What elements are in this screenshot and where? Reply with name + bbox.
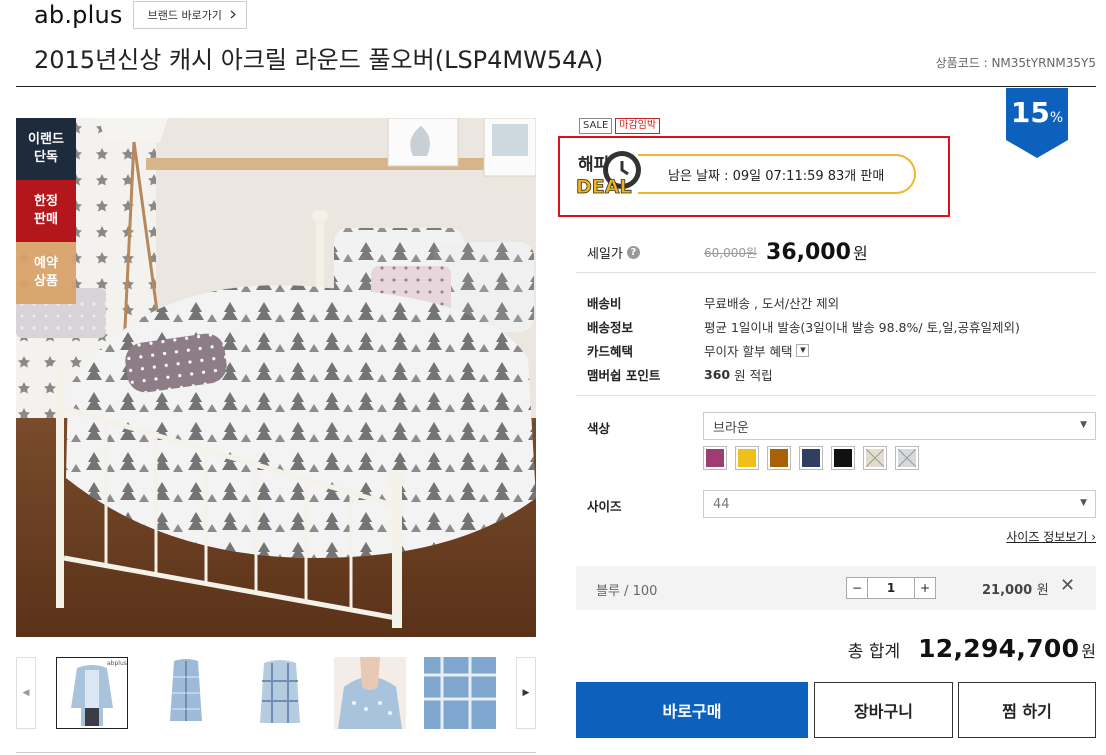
- thumbnail-5[interactable]: [424, 657, 496, 729]
- thumbnail-carousel: ◀ abplus ▶: [16, 657, 536, 731]
- badge-limited-sale: 한정 판매: [16, 180, 76, 242]
- thumbnail-1[interactable]: abplus: [56, 657, 128, 729]
- card-benefit-dropdown-icon[interactable]: ▼: [796, 343, 810, 357]
- card-benefit-text: 무이자 할부 혜택: [704, 343, 793, 359]
- info-row-shipping-info: 배송정보 평균 1일이내 발송(3일이내 발송 98.8%/ 토,일,공휴일제외…: [587, 314, 1097, 338]
- swatch-plum[interactable]: [703, 446, 727, 470]
- thumbnail-4[interactable]: [334, 657, 406, 729]
- size-select[interactable]: 44 ▼: [703, 490, 1096, 518]
- header-divider: [16, 86, 1096, 87]
- info-value: 평균 1일이내 발송(3일이내 발송 98.8%/ 토,일,공휴일제외): [704, 319, 1020, 335]
- total-label: 총 합계: [847, 642, 901, 662]
- quantity-decrease-button[interactable]: −: [846, 577, 868, 599]
- color-label: 색상: [587, 421, 611, 436]
- size-selected-value: 44: [713, 496, 730, 512]
- add-to-cart-button[interactable]: 장바구니: [814, 682, 953, 738]
- thumbnail-3[interactable]: [244, 657, 316, 729]
- selected-option-name: 블루 / 100: [596, 584, 658, 599]
- deal-logo-top: 해피: [578, 155, 609, 175]
- help-icon[interactable]: ?: [626, 245, 640, 259]
- product-title: 2015년신상 캐시 아크릴 라운드 풀오버(LSP4MW54A): [34, 46, 604, 74]
- info-divider: [576, 395, 1096, 396]
- total-unit: 원: [1081, 642, 1096, 661]
- chevron-right-icon: [230, 9, 236, 22]
- selected-option-price: 21,000 원: [982, 579, 1049, 598]
- sale-price-label-text: 세일가: [587, 246, 623, 262]
- selected-option-row: 블루 / 100 − 1 + 21,000 원 ✕: [576, 566, 1096, 610]
- sale-price-label: 세일가 ?: [587, 243, 704, 262]
- thumbnail-next-button[interactable]: ▶: [516, 657, 536, 729]
- price-divider: [576, 272, 1096, 273]
- size-info-link[interactable]: 사이즈 정보보기 ›: [1006, 528, 1096, 545]
- remove-option-button[interactable]: ✕: [1060, 575, 1075, 596]
- brand-header: ab.plus 브랜드 바로가기: [34, 0, 247, 30]
- info-key: 맴버쉽 포인트: [587, 367, 661, 383]
- brand-shortcut-label: 브랜드 바로가기: [147, 9, 222, 22]
- brand-name: ab.plus: [34, 1, 123, 29]
- info-row-card-benefit: 카드혜택 무이자 할부 혜택 ▼: [587, 338, 1097, 362]
- info-row-shipping-fee: 배송비 무료배송 , 도서/산간 제외: [587, 290, 1097, 314]
- product-tags: SALE 마감임박: [579, 118, 661, 134]
- happy-deal-logo: 해피 DEAL: [576, 151, 641, 198]
- swatch-navy[interactable]: [799, 446, 823, 470]
- color-selected-value: 브라운: [713, 420, 749, 436]
- swatch-grey-soldout[interactable]: [895, 446, 919, 470]
- info-value: 무료배송 , 도서/산간 제외: [704, 295, 840, 311]
- color-select[interactable]: 브라운 ▼: [703, 412, 1096, 440]
- wishlist-button[interactable]: 찜 하기: [958, 682, 1096, 738]
- size-info-label: 사이즈 정보보기: [1006, 530, 1088, 544]
- total-value: 12,294,700: [918, 634, 1080, 663]
- info-key: 카드혜택: [587, 343, 634, 359]
- info-value: 무이자 할부 혜택 ▼: [704, 341, 810, 360]
- swatch-yellow[interactable]: [735, 446, 759, 470]
- selected-price-value: 21,000: [982, 583, 1033, 598]
- deal-countdown: 남은 날짜 : 09일 07:11:59 83개 판매: [638, 154, 916, 194]
- side-badges: 이랜드 단독 한정 판매 예약 상품: [16, 118, 76, 304]
- thumbnail-prev-button[interactable]: ◀: [16, 657, 36, 729]
- info-row-points: 맴버쉽 포인트 360 원 적립: [587, 362, 1097, 386]
- caret-down-icon: ▼: [1080, 420, 1087, 430]
- deal-logo-bottom: DEAL: [576, 176, 632, 198]
- swatch-beige-soldout[interactable]: [863, 446, 887, 470]
- sale-price-unit: 원: [852, 244, 868, 263]
- badge-preorder: 예약 상품: [16, 242, 76, 304]
- sale-tag: SALE: [579, 118, 613, 134]
- discount-rate: 15%: [1006, 96, 1068, 129]
- thumbnail-brand-mark: abplus: [107, 660, 127, 667]
- info-key: 배송정보: [587, 319, 634, 335]
- points-value: 360: [704, 366, 731, 382]
- swatch-black[interactable]: [831, 446, 855, 470]
- info-value: 360 원 적립: [704, 365, 773, 384]
- discount-value: 15: [1010, 96, 1050, 129]
- buy-now-button[interactable]: 바로구매: [576, 682, 808, 738]
- thumbnail-2[interactable]: [150, 657, 222, 729]
- points-unit: 원 적립: [734, 367, 773, 383]
- closing-soon-tag: 마감임박: [615, 118, 661, 134]
- original-price: 60,000원: [704, 245, 758, 260]
- badge-eland-exclusive: 이랜드 단독: [16, 118, 76, 180]
- image-section-divider: [16, 752, 536, 753]
- sale-price-row: 세일가 ? 60,000원 36,000 원: [587, 232, 1097, 272]
- color-swatches: [703, 446, 919, 470]
- shipping-info: 배송비 무료배송 , 도서/산간 제외 배송정보 평균 1일이내 발송(3일이내…: [587, 290, 1097, 386]
- quantity-increase-button[interactable]: +: [914, 577, 936, 599]
- selected-price-unit: 원: [1036, 583, 1049, 598]
- info-key: 배송비: [587, 295, 622, 311]
- main-product-image: [16, 118, 536, 637]
- chevron-right-icon: ›: [1087, 530, 1096, 544]
- caret-down-icon: ▼: [1080, 498, 1087, 508]
- size-label: 사이즈: [587, 499, 622, 514]
- swatch-brown[interactable]: [767, 446, 791, 470]
- sale-price: 36,000: [766, 239, 851, 265]
- discount-unit: %: [1049, 110, 1064, 126]
- happy-deal-box: 남은 날짜 : 09일 07:11:59 83개 판매 해피 DEAL: [558, 136, 950, 217]
- quantity-value[interactable]: 1: [868, 577, 914, 599]
- quantity-stepper: − 1 +: [846, 577, 936, 599]
- product-code: 상품코드 : NM35tYRNM35Y5: [935, 56, 1096, 70]
- brand-shortcut-button[interactable]: 브랜드 바로가기: [132, 1, 247, 29]
- total-row: 총 합계 12,294,700 원: [848, 634, 1096, 663]
